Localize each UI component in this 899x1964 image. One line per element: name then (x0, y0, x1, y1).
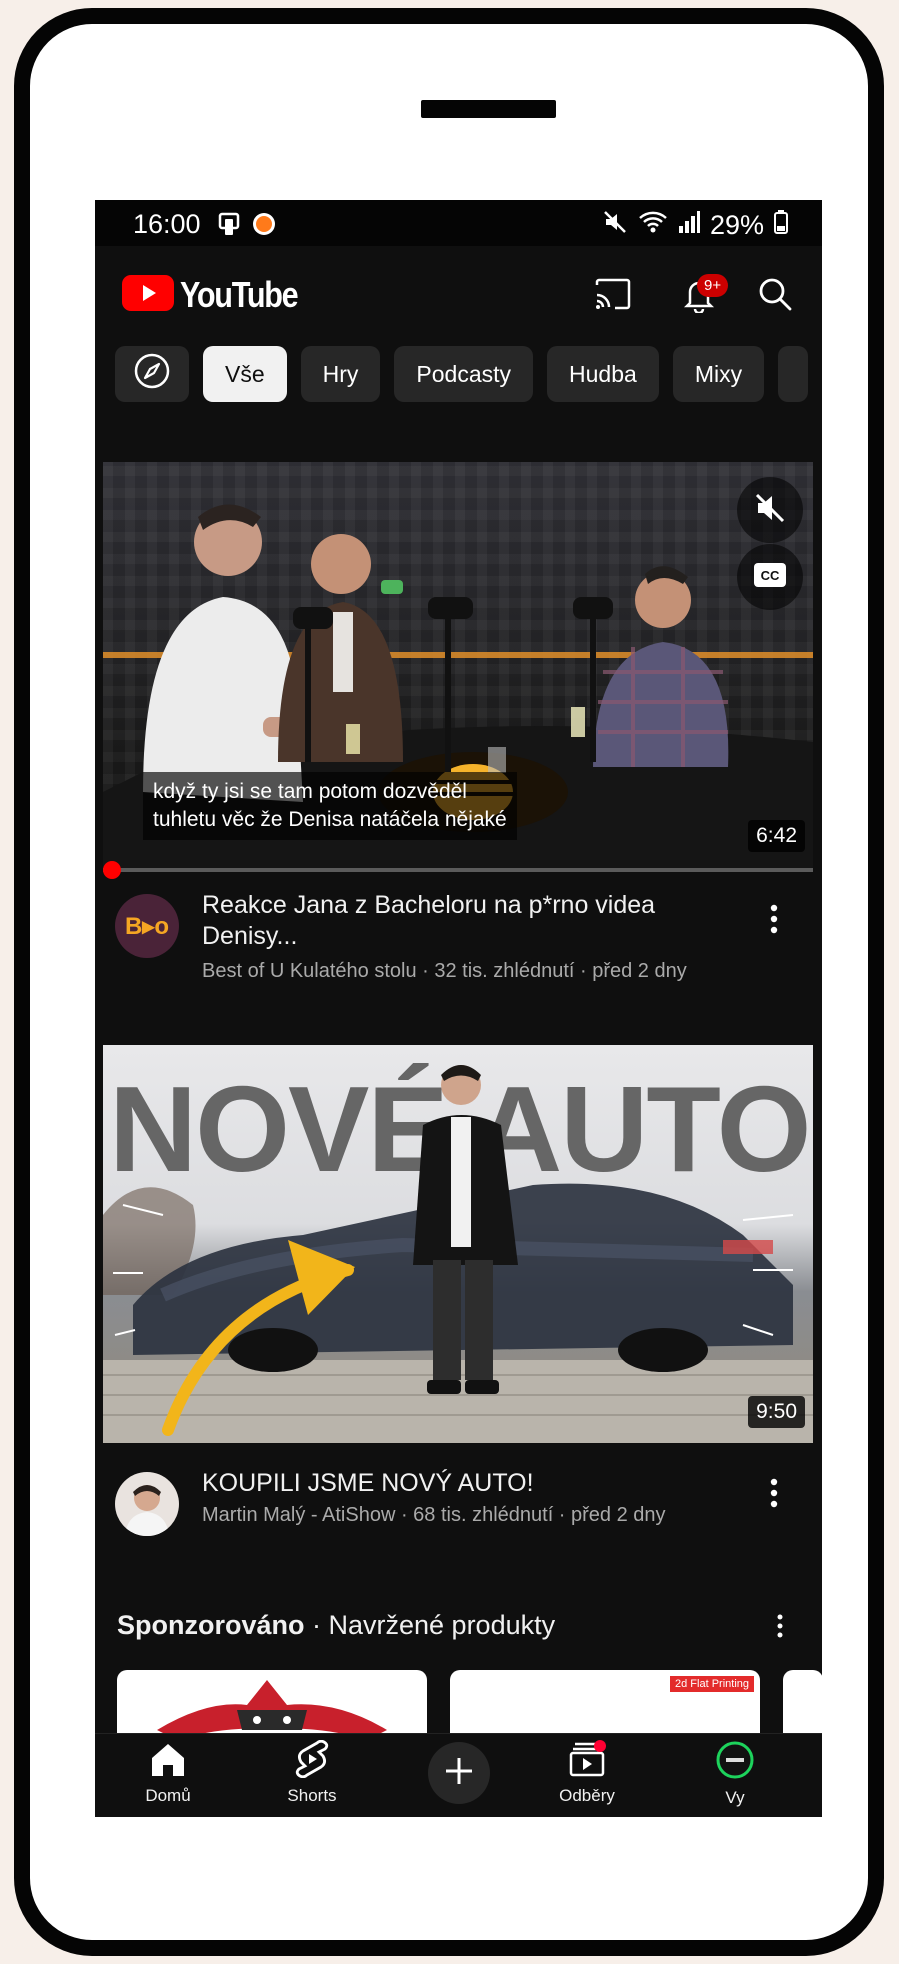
app-notification-icon (251, 211, 277, 242)
nav-subscriptions[interactable]: Odběry (532, 1740, 642, 1806)
video-title-1[interactable]: Reakce Jana z Bacheloru na p*rno videa D… (202, 890, 722, 952)
chip-hudba[interactable]: Hudba (547, 346, 659, 402)
progress-scrubber[interactable] (103, 861, 121, 879)
cast-button[interactable] (583, 266, 643, 326)
nav-home-label: Domů (145, 1786, 191, 1805)
search-icon (757, 276, 793, 317)
shorts-icon (295, 1739, 329, 1783)
filter-chips-bar: Vše Hry Podcasty Hudba Mixy (115, 344, 809, 404)
suggested-products-label: · Navržené produkty (304, 1610, 556, 1640)
video-caption-overlay: když ty jsi se tam potom dozvěděl tuhlet… (143, 772, 517, 840)
closed-captions-icon: CC (753, 562, 787, 593)
more-vert-icon (770, 904, 778, 939)
chip-partial[interactable] (778, 346, 809, 402)
status-system-icons: 29% (602, 209, 788, 242)
sponsored-menu-button[interactable] (762, 1605, 798, 1651)
car-scene-illustration (103, 1065, 813, 1443)
search-button[interactable] (745, 266, 805, 326)
chip-vse[interactable]: Vše (203, 346, 287, 402)
video-duration-1: 6:42 (748, 820, 805, 852)
chip-hry[interactable]: Hry (300, 346, 381, 402)
video-progress-bar[interactable] (103, 861, 813, 879)
home-icon (148, 1740, 188, 1783)
signal-icon (678, 210, 700, 241)
logo-text: YouTube (180, 274, 299, 315)
chip-podcasty[interactable]: Podcasty (394, 346, 534, 402)
mute-icon (602, 209, 628, 242)
product-badge: 2d Flat Printing (670, 1676, 754, 1692)
youtube-play-icon (122, 274, 174, 316)
captions-button[interactable]: CC (737, 544, 803, 610)
more-vert-icon (770, 1478, 778, 1513)
chip-mixy[interactable]: Mixy (672, 346, 765, 402)
volume-off-icon (753, 491, 787, 530)
sponsored-label: Sponzorováno (117, 1610, 305, 1640)
cast-icon (593, 277, 633, 316)
youtube-logo[interactable]: YouTube (122, 274, 318, 316)
nav-home[interactable]: Domů (113, 1740, 223, 1806)
more-vert-icon (777, 1614, 783, 1643)
video-thumbnail-1[interactable]: CC když ty jsi se tam potom dozvěděl tuh… (103, 462, 813, 872)
compass-icon (133, 352, 171, 396)
status-notification-icons (217, 211, 277, 242)
video-subtitle-2: Martin Malý - AtiShow · 68 tis. zhlédnut… (202, 1504, 666, 1526)
nav-you[interactable]: Vy (680, 1740, 790, 1808)
screenshot-icon (217, 211, 245, 242)
video-menu-button-1[interactable] (756, 898, 792, 944)
video-subtitle-1: Best of U Kulatého stolu · 32 tis. zhléd… (202, 960, 687, 982)
create-button[interactable] (428, 1742, 490, 1804)
wifi-icon (638, 209, 668, 242)
nav-subscriptions-label: Odběry (559, 1786, 615, 1805)
person-avatar-icon (125, 1485, 169, 1536)
profile-avatar-icon (715, 1740, 755, 1785)
phone-screen: 16:00 29% YouTube 9+ Vše Hry Podcasty Hu… (95, 200, 822, 1817)
notification-badge: 9+ (697, 274, 729, 297)
battery-icon (774, 210, 788, 241)
notifications-button[interactable]: 9+ (669, 266, 729, 326)
caption-line-2: tuhletu věc že Denisa natáčela nějaké (153, 808, 507, 831)
battery-percent: 29% (709, 210, 764, 240)
video-menu-button-2[interactable] (756, 1472, 792, 1518)
video-title-2[interactable]: KOUPILI JSME NOVÝ AUTO! (202, 1468, 722, 1499)
avatar-text: B▸o (124, 912, 170, 940)
video-duration-2: 9:50 (748, 1396, 805, 1428)
svg-text:CC: CC (761, 568, 780, 583)
phone-speaker (421, 100, 556, 118)
subscriptions-icon (567, 1740, 607, 1783)
bottom-navigation: Domů Shorts Odběry Vy (95, 1733, 822, 1817)
nav-shorts-label: Shorts (287, 1786, 337, 1805)
caption-line-1: když ty jsi se tam potom dozvěděl (153, 780, 467, 803)
channel-avatar-1[interactable]: B▸o (115, 894, 179, 958)
unmute-button[interactable] (737, 477, 803, 543)
status-time: 16:00 (133, 209, 201, 239)
status-bar: 16:00 29% (95, 200, 822, 246)
explore-chip[interactable] (115, 346, 189, 402)
sponsored-section-title: Sponzorováno · Navržené produkty (117, 1610, 555, 1641)
channel-avatar-2[interactable] (115, 1472, 179, 1536)
nav-you-label: Vy (725, 1788, 745, 1807)
nav-shorts[interactable]: Shorts (257, 1739, 367, 1806)
plus-icon (442, 1754, 476, 1793)
video-thumbnail-2[interactable]: NOVÉ AUTO 9:50 (103, 1045, 813, 1443)
